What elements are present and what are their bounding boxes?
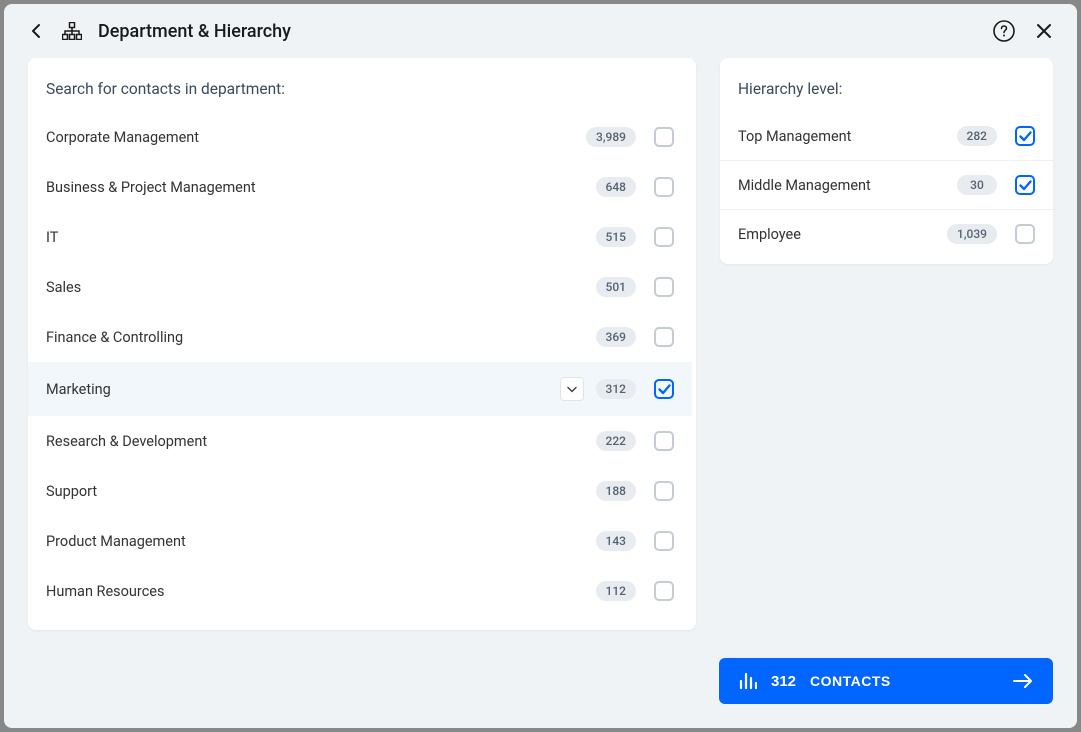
department-item[interactable]: Support 188	[28, 466, 692, 516]
department-item[interactable]: Finance & Controlling 369	[28, 312, 692, 362]
count-badge: 1,039	[947, 224, 997, 244]
department-label: Human Resources	[46, 583, 588, 600]
department-list[interactable]: Corporate Management 3,989 Business & Proj…	[28, 112, 696, 630]
checkbox[interactable]	[654, 177, 674, 197]
help-button[interactable]	[993, 20, 1015, 42]
check-icon	[1019, 180, 1032, 191]
hierarchy-label: Middle Management	[738, 177, 949, 194]
expand-button[interactable]	[560, 377, 584, 401]
count-badge: 515	[596, 227, 636, 247]
hierarchy-item[interactable]: Employee 1,039	[720, 210, 1053, 264]
department-panel: Search for contacts in department: Corpo…	[28, 58, 696, 630]
department-label: Research & Development	[46, 433, 588, 450]
checkbox[interactable]	[654, 379, 674, 399]
checkbox[interactable]	[654, 481, 674, 501]
check-icon	[1019, 131, 1032, 142]
department-item[interactable]: IT 515	[28, 212, 692, 262]
hierarchy-list: Top Management 282 Middle Management 30 Empl…	[720, 112, 1053, 264]
count-badge: 143	[596, 531, 636, 551]
department-item[interactable]: Marketing 312	[28, 362, 692, 416]
department-item[interactable]: Product Management 143	[28, 516, 692, 566]
count-badge: 30	[957, 175, 997, 195]
count-badge: 282	[957, 126, 997, 146]
department-item[interactable]: Sales 501	[28, 262, 692, 312]
checkbox[interactable]	[1015, 224, 1035, 244]
checkbox[interactable]	[654, 277, 674, 297]
checkbox[interactable]	[654, 431, 674, 451]
department-label: Sales	[46, 279, 588, 296]
checkbox[interactable]	[654, 227, 674, 247]
modal-header: Department & Hierarchy	[4, 4, 1077, 58]
hierarchy-panel: Hierarchy level: Top Management 282 Middle…	[720, 58, 1053, 264]
close-button[interactable]	[1033, 20, 1055, 42]
department-label: IT	[46, 229, 588, 246]
count-badge: 3,989	[586, 127, 636, 147]
checkbox[interactable]	[654, 531, 674, 551]
hierarchy-label: Employee	[738, 226, 939, 243]
checkbox[interactable]	[654, 581, 674, 601]
department-panel-title: Search for contacts in department:	[28, 58, 696, 112]
chevron-left-icon	[31, 23, 41, 39]
chevron-down-icon	[567, 386, 577, 393]
hierarchy-label: Top Management	[738, 128, 949, 145]
department-label: Support	[46, 483, 588, 500]
arrow-right-icon	[1013, 673, 1033, 689]
department-item[interactable]: Human Resources 112	[28, 566, 692, 616]
contacts-button[interactable]: 312 CONTACTS	[719, 658, 1053, 704]
check-icon	[658, 384, 671, 395]
count-badge: 312	[596, 379, 636, 399]
department-item[interactable]: Research & Development 222	[28, 416, 692, 466]
chart-icon	[739, 672, 757, 690]
department-label: Marketing	[46, 381, 552, 398]
checkbox[interactable]	[654, 327, 674, 347]
checkbox[interactable]	[1015, 126, 1035, 146]
department-item[interactable]: Business & Project Management 648	[28, 162, 692, 212]
department-label: Product Management	[46, 533, 588, 550]
hierarchy-item[interactable]: Middle Management 30	[720, 161, 1053, 210]
modal-title: Department & Hierarchy	[98, 21, 291, 42]
checkbox[interactable]	[654, 127, 674, 147]
department-label: Finance & Controlling	[46, 329, 588, 346]
department-label: Business & Project Management	[46, 179, 588, 196]
footer-count: 312	[771, 673, 796, 690]
count-badge: 188	[596, 481, 636, 501]
back-button[interactable]	[26, 21, 46, 41]
hierarchy-icon	[62, 21, 82, 41]
count-badge: 112	[596, 581, 636, 601]
checkbox[interactable]	[1015, 175, 1035, 195]
department-item[interactable]: Corporate Management 3,989	[28, 112, 692, 162]
count-badge: 648	[596, 177, 636, 197]
count-badge: 222	[596, 431, 636, 451]
close-icon	[1036, 23, 1052, 39]
hierarchy-panel-title: Hierarchy level:	[720, 58, 1053, 112]
count-badge: 501	[596, 277, 636, 297]
department-label: Corporate Management	[46, 129, 578, 146]
footer-label: CONTACTS	[810, 673, 891, 689]
hierarchy-item[interactable]: Top Management 282	[720, 112, 1053, 161]
help-icon	[993, 20, 1015, 42]
count-badge: 369	[596, 327, 636, 347]
